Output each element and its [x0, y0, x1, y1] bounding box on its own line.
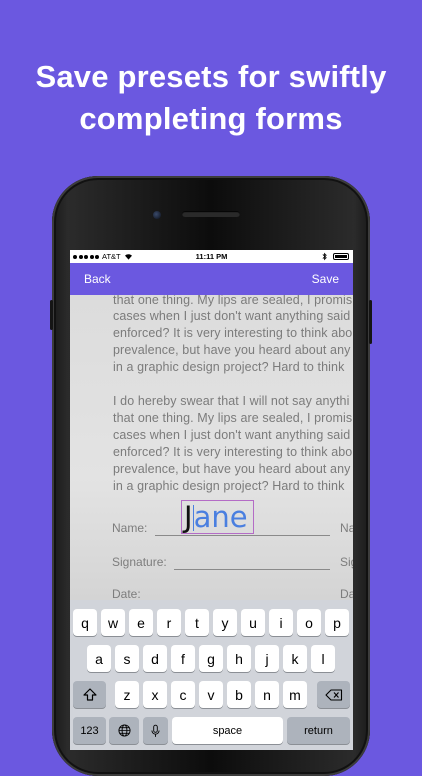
- document-line: I do hereby swear that I will not say an…: [113, 394, 350, 408]
- key-d[interactable]: d: [143, 645, 167, 672]
- key-a[interactable]: a: [87, 645, 111, 672]
- key-x[interactable]: x: [143, 681, 167, 708]
- delete-key[interactable]: [317, 681, 350, 708]
- key-e[interactable]: e: [129, 609, 153, 636]
- volume-up-button: [50, 300, 53, 330]
- key-t[interactable]: t: [185, 609, 209, 636]
- typed-text: J: [184, 500, 193, 534]
- key-j[interactable]: j: [255, 645, 279, 672]
- key-k[interactable]: k: [283, 645, 307, 672]
- keyboard: q w e r t y u i o p a s d f g h j k l z …: [70, 600, 353, 750]
- earpiece-speaker: [182, 211, 240, 217]
- document-line: cases when I just don't want anything sa…: [113, 309, 351, 323]
- headline-line-1: Save presets for swiftly: [35, 59, 387, 94]
- key-u[interactable]: u: [241, 609, 265, 636]
- key-l[interactable]: l: [311, 645, 335, 672]
- document-line: that one thing. My lips are sealed, I pr…: [113, 411, 353, 425]
- key-f[interactable]: f: [171, 645, 195, 672]
- save-button[interactable]: Save: [312, 272, 339, 286]
- key-o[interactable]: o: [297, 609, 321, 636]
- dictation-key[interactable]: [143, 717, 168, 744]
- globe-key[interactable]: [109, 717, 139, 744]
- status-time: 11:11 PM: [195, 252, 228, 261]
- name-label: Name:: [112, 521, 148, 535]
- key-b[interactable]: b: [227, 681, 251, 708]
- headline-line-2: completing forms: [79, 101, 343, 136]
- key-y[interactable]: y: [213, 609, 237, 636]
- phone-screen: AT&T 11:11 PM Back Save that one thing. …: [70, 250, 353, 750]
- key-m[interactable]: m: [283, 681, 307, 708]
- key-g[interactable]: g: [199, 645, 223, 672]
- microphone-icon: [151, 724, 160, 737]
- key-i[interactable]: i: [269, 609, 293, 636]
- name-label-right: Na: [340, 521, 353, 535]
- signature-label: Signature:: [112, 555, 167, 569]
- document-line: in a graphic design project? Hard to thi…: [113, 479, 345, 493]
- space-key[interactable]: space: [172, 717, 283, 744]
- key-w[interactable]: w: [101, 609, 125, 636]
- name-input-field[interactable]: Jane: [181, 500, 254, 534]
- nav-bar: Back Save: [70, 263, 353, 295]
- name-underline: [155, 535, 330, 536]
- document-line: cases when I just don't want anything sa…: [113, 428, 351, 442]
- front-camera-icon: [153, 211, 161, 219]
- status-bar: AT&T 11:11 PM: [70, 250, 353, 263]
- signature-label-right: Sig: [340, 555, 353, 569]
- document-line: in a graphic design project? Hard to thi…: [113, 360, 345, 374]
- shift-icon: [82, 688, 97, 701]
- key-q[interactable]: q: [73, 609, 97, 636]
- key-p[interactable]: p: [325, 609, 349, 636]
- key-h[interactable]: h: [227, 645, 251, 672]
- document-line: enforced? It is very interesting to thin…: [113, 445, 353, 459]
- key-c[interactable]: c: [171, 681, 195, 708]
- key-z[interactable]: z: [115, 681, 139, 708]
- shift-key[interactable]: [73, 681, 106, 708]
- date-label-right: Da: [340, 587, 353, 600]
- numbers-key[interactable]: 123: [73, 717, 106, 744]
- key-n[interactable]: n: [255, 681, 279, 708]
- signature-underline: [174, 569, 330, 570]
- document-line: prevalence, but have you heard about any: [113, 343, 351, 357]
- headline: Save presets for swiftly completing form…: [0, 56, 422, 140]
- bluetooth-icon: [322, 252, 327, 261]
- key-v[interactable]: v: [199, 681, 223, 708]
- globe-icon: [117, 724, 131, 737]
- scanned-document: that one thing. My lips are sealed, I pr…: [70, 295, 353, 600]
- document-line: enforced? It is very interesting to thin…: [113, 326, 353, 340]
- battery-icon: [333, 253, 349, 260]
- back-button[interactable]: Back: [84, 272, 111, 286]
- delete-icon: [324, 688, 342, 701]
- power-button: [369, 300, 372, 344]
- preset-suggestion[interactable]: ane: [194, 500, 248, 534]
- document-line: that one thing. My lips are sealed, I pr…: [113, 295, 353, 307]
- key-s[interactable]: s: [115, 645, 139, 672]
- key-r[interactable]: r: [157, 609, 181, 636]
- return-key[interactable]: return: [287, 717, 350, 744]
- document-line: prevalence, but have you heard about any: [113, 462, 351, 476]
- date-label: Date:: [112, 587, 141, 600]
